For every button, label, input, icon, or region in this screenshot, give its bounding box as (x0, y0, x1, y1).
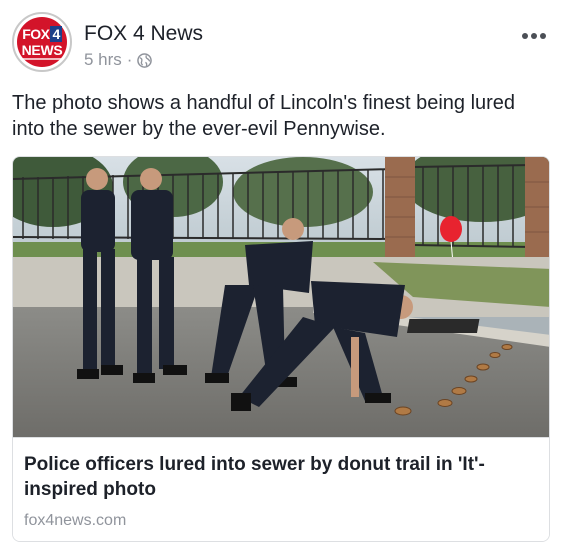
post-header: FOX 4 NEWS FOX 4 News 5 hrs · (12, 10, 552, 74)
fox4-news-logo: FOX 4 NEWS (17, 17, 67, 67)
page-name-link[interactable]: FOX 4 News (84, 22, 203, 46)
article-domain: fox4news.com (24, 512, 127, 529)
page-avatar[interactable]: FOX 4 NEWS (12, 12, 72, 72)
logo-text-4: 4 (50, 26, 62, 42)
logo-text-news: NEWS (21, 42, 63, 58)
link-caption[interactable]: Police officers lured into sewer by donu… (13, 437, 549, 541)
post-message: The photo shows a handful of Lincoln's f… (12, 92, 516, 140)
logo-tagline-bar (23, 58, 61, 60)
article-photo[interactable] (13, 157, 549, 437)
post-meta: 5 hrs · (84, 50, 153, 70)
more-options-icon[interactable] (522, 32, 546, 40)
logo-text-fox: FOX (22, 26, 50, 42)
globe-icon[interactable] (137, 52, 153, 68)
post-timestamp[interactable]: 5 hrs (84, 50, 122, 70)
link-preview-card[interactable]: Police officers lured into sewer by donu… (12, 156, 550, 542)
meta-separator: · (126, 50, 133, 69)
article-headline[interactable]: Police officers lured into sewer by donu… (24, 452, 534, 502)
